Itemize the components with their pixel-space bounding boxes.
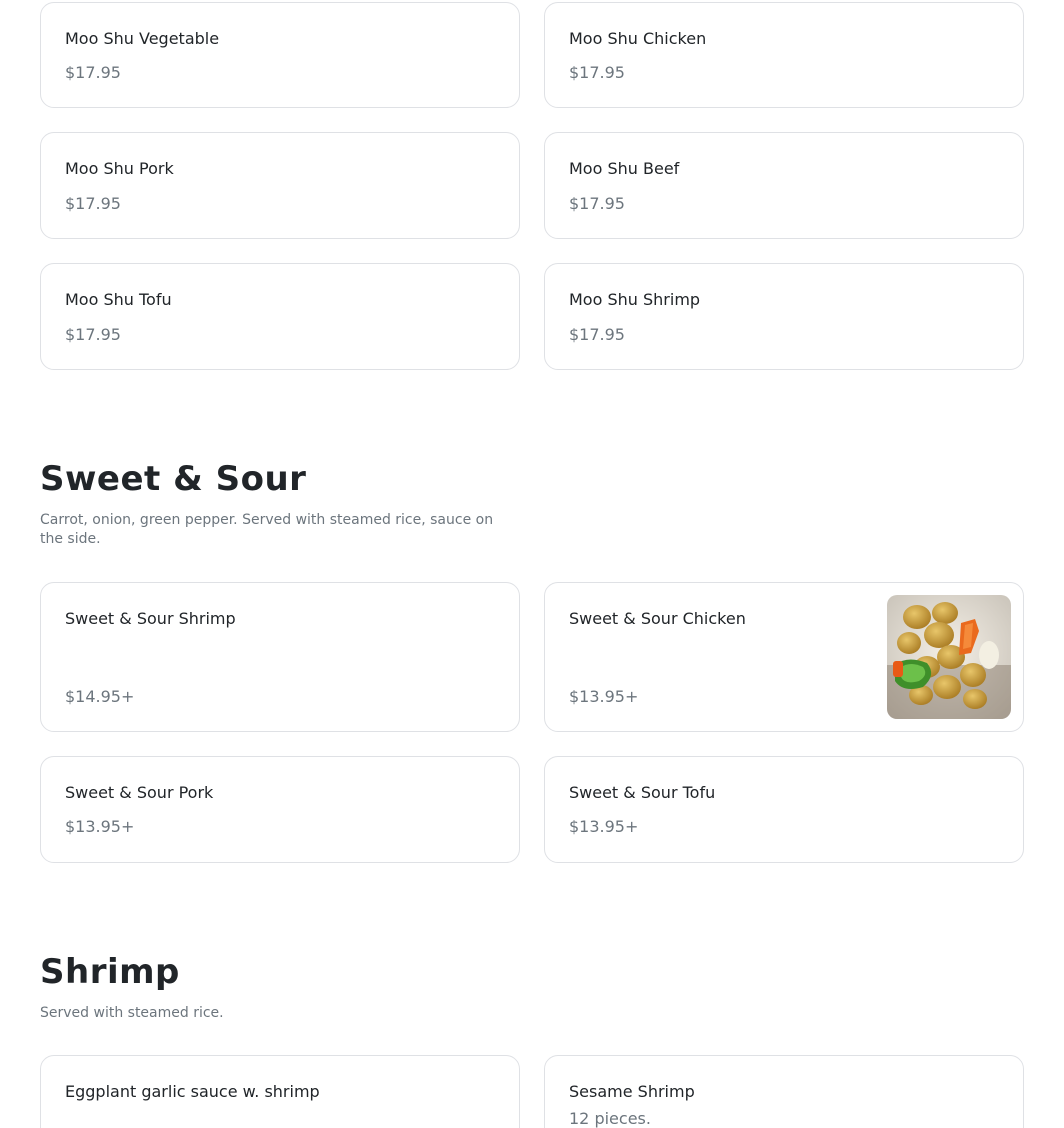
menu-page: Moo Shu Vegetable $17.95 Moo Shu Chicken… [0,0,1064,1128]
menu-item-price: $13.95+ [65,817,135,836]
section-description: Carrot, onion, green pepper. Served with… [40,512,494,547]
menu-item-card[interactable]: Moo Shu Shrimp $17.95 [544,263,1024,370]
menu-item-card[interactable]: Moo Shu Chicken $17.95 [544,2,1024,108]
menu-item-card[interactable]: Sweet & Sour Chicken $13.95+ [544,582,1024,732]
menu-item-price: $17.95 [65,325,121,344]
food-photo-illustration [887,595,1011,719]
menu-item-price: $17.95 [65,194,121,213]
menu-item-card[interactable]: Moo Shu Beef $17.95 [544,132,1024,239]
section-title: Sweet & Sour [40,459,307,499]
menu-item-card[interactable]: Moo Shu Pork $17.95 [40,132,520,239]
menu-item-price: $17.95 [569,63,625,82]
menu-item-card[interactable]: Moo Shu Tofu $17.95 [40,263,520,370]
menu-item-name: Sweet & Sour Shrimp [65,609,236,628]
menu-item-price: $13.95+ [569,687,639,706]
menu-item-name: Sesame Shrimp [569,1082,695,1101]
menu-item-name: Moo Shu Beef [569,159,680,178]
menu-item-card[interactable]: Sweet & Sour Pork $13.95+ [40,756,520,863]
menu-item-price: $14.95+ [65,687,135,706]
menu-item-card[interactable]: Sweet & Sour Tofu $13.95+ [544,756,1024,863]
menu-item-name: Moo Shu Shrimp [569,290,701,309]
menu-item-name: Moo Shu Pork [65,159,174,178]
section-description: Served with steamed rice. [40,1005,224,1021]
menu-item-name: Sweet & Sour Chicken [569,609,746,628]
menu-item-card[interactable]: Sweet & Sour Shrimp $14.95+ [40,582,520,732]
menu-item-name: Sweet & Sour Pork [65,783,214,802]
section-title: Shrimp [40,952,180,992]
menu-item-price: $17.95 [569,325,625,344]
menu-item-name: Eggplant garlic sauce w. shrimp [65,1082,320,1101]
menu-item-name: Moo Shu Vegetable [65,29,220,48]
menu-item-name: Sweet & Sour Tofu [569,783,716,802]
sweet-and-sour-chicken-photo [887,595,1011,719]
menu-item-price: $17.95 [569,194,625,213]
menu-item-name: Moo Shu Chicken [569,29,707,48]
menu-item-card[interactable]: Moo Shu Vegetable $17.95 [40,2,520,108]
menu-item-card[interactable]: Sesame Shrimp 12 pieces. [544,1055,1024,1128]
menu-item-price: $17.95 [65,63,121,82]
menu-item-name: Moo Shu Tofu [65,290,172,309]
menu-item-price: $13.95+ [569,817,639,836]
menu-item-description: 12 pieces. [569,1109,651,1128]
menu-item-card[interactable]: Eggplant garlic sauce w. shrimp [40,1055,520,1128]
